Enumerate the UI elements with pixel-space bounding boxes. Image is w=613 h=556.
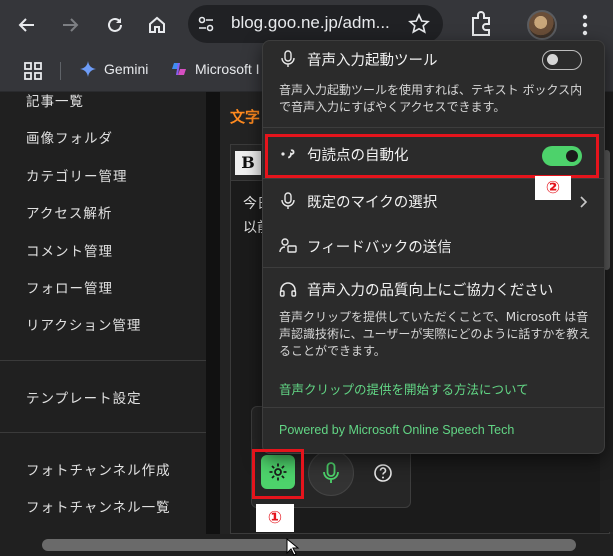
extensions-puzzle-icon[interactable]	[468, 10, 494, 38]
annotation-box-1	[252, 449, 304, 499]
voice-launcher-description: 音声入力起動ツールを使用すれば、テキスト ボックス内で音声入力にすばやくアクセス…	[279, 83, 583, 114]
feedback-icon	[279, 238, 297, 253]
bookmark-label: Microsoft I	[195, 61, 260, 77]
popup-divider	[263, 407, 604, 408]
more-menu-icon[interactable]	[578, 12, 592, 38]
mouse-cursor-icon	[286, 538, 300, 556]
url-text[interactable]: blog.goo.ne.jp/adm...	[231, 13, 411, 33]
home-icon	[149, 16, 165, 33]
voice-help-button[interactable]	[371, 461, 395, 485]
powered-by-link[interactable]: Powered by Microsoft Online Speech Tech	[279, 423, 514, 437]
reload-icon	[108, 17, 122, 32]
reload-button[interactable]	[100, 10, 130, 40]
voice-clip-info-link[interactable]: 音声クリップの提供を開始する方法について	[279, 379, 529, 398]
back-button[interactable]	[12, 10, 42, 40]
voice-settings-popup: 音声入力起動ツール 音声入力起動ツールを使用すれば、テキスト ボックス内で音声入…	[262, 40, 605, 454]
home-button[interactable]	[142, 10, 172, 40]
sidebar-item-access-analysis[interactable]: アクセス解析	[26, 202, 112, 222]
admin-sidebar: 記事一覧 画像フォルダ カテゴリー管理 アクセス解析 コメント管理 フォロー管理…	[0, 92, 206, 534]
headset-icon	[279, 282, 297, 297]
sidebar-item-photo-channel-create[interactable]: フォトチャンネル作成	[26, 459, 171, 479]
bookmark-star-icon[interactable]	[408, 13, 430, 35]
sidebar-item-reactions[interactable]: リアクション管理	[26, 314, 141, 334]
gemini-icon	[80, 61, 96, 77]
sidebar-item-photo-channel-list[interactable]: フォトチャンネル一覧	[26, 496, 171, 516]
content-gutter	[206, 92, 220, 534]
sidebar-item-follow[interactable]: フォロー管理	[26, 277, 113, 297]
quality-description: 音声クリップを提供していただくことで、Microsoft は音声認識技術に、ユー…	[279, 310, 591, 358]
microphone-icon	[281, 192, 295, 209]
sidebar-item-comments[interactable]: コメント管理	[26, 240, 113, 260]
forward-button[interactable]	[55, 10, 85, 40]
arrow-right-icon	[63, 18, 79, 32]
sidebar-divider	[0, 360, 206, 361]
sidebar-item-articles[interactable]: 記事一覧	[26, 90, 84, 110]
sidebar-divider	[0, 432, 206, 433]
chevron-right-icon	[580, 196, 588, 208]
bookmarks-separator	[60, 62, 61, 80]
arrow-left-icon	[18, 18, 34, 32]
apps-grid-icon[interactable]	[23, 61, 43, 81]
help-icon	[374, 464, 392, 482]
voice-launcher-title: 音声入力起動ツール	[307, 53, 438, 69]
microphone-icon	[323, 462, 339, 483]
address-bar[interactable]: blog.goo.ne.jp/adm...	[188, 5, 443, 43]
voice-mic-button[interactable]	[308, 450, 354, 496]
microsoft-copilot-icon	[172, 63, 186, 75]
bookmark-gemini[interactable]: Gemini	[80, 61, 148, 77]
voice-launcher-toggle[interactable]	[542, 50, 582, 70]
bold-button[interactable]: B	[235, 151, 261, 175]
sidebar-item-template[interactable]: テンプレート設定	[26, 387, 142, 407]
site-info-icon[interactable]	[196, 14, 216, 34]
bookmark-label: Gemini	[104, 61, 149, 77]
annotation-badge-2: ②	[535, 176, 571, 200]
microphone-icon	[281, 50, 295, 67]
sidebar-item-image-folder[interactable]: 画像フォルダ	[26, 127, 113, 147]
default-mic-title: 既定のマイクの選択	[307, 195, 438, 211]
quality-title: 音声入力の品質向上にご協力ください	[307, 283, 554, 299]
annotation-badge-1: ①	[256, 504, 294, 532]
feedback-title: フィードバックの送信	[307, 240, 452, 256]
section-title: 文字	[230, 108, 261, 126]
horizontal-scrollbar-thumb[interactable]	[42, 539, 576, 551]
sidebar-item-categories[interactable]: カテゴリー管理	[26, 165, 128, 185]
bookmark-microsoft[interactable]: Microsoft I	[171, 61, 260, 77]
annotation-box-2	[265, 134, 599, 178]
popup-divider	[263, 267, 604, 268]
profile-avatar[interactable]	[527, 10, 557, 40]
popup-divider	[263, 127, 604, 128]
